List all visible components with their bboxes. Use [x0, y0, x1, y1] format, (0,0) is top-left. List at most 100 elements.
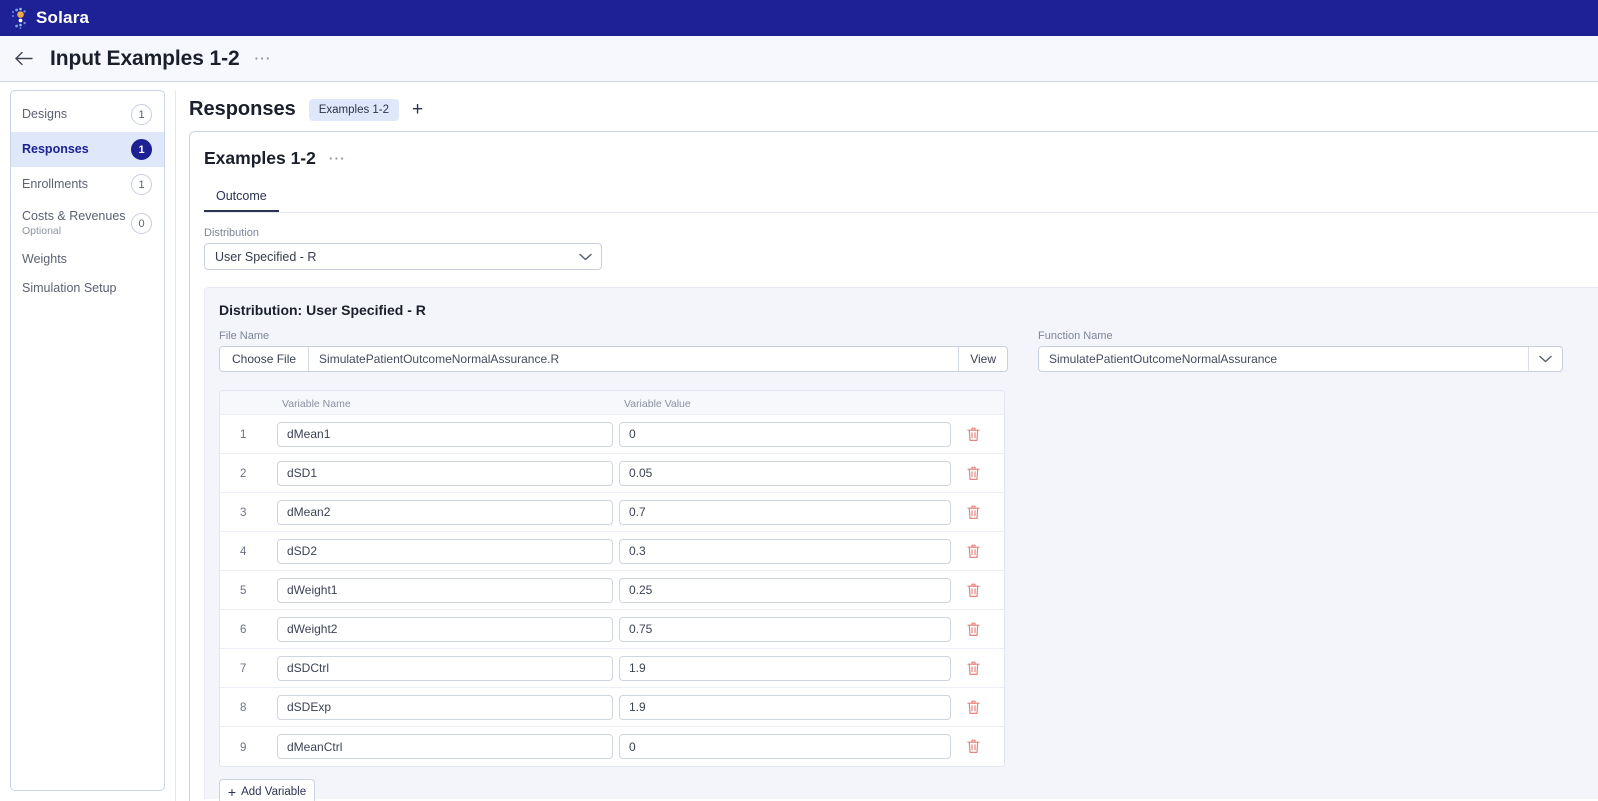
- sidebar-badge: 1: [131, 104, 152, 125]
- variable-name-input[interactable]: dMean1: [277, 421, 613, 447]
- plus-icon: +: [227, 783, 237, 800]
- view-file-button[interactable]: View: [958, 347, 1007, 371]
- trash-icon[interactable]: [961, 735, 985, 759]
- sidebar-badge: 0: [131, 213, 152, 234]
- card-more-menu[interactable]: ⋯: [328, 150, 346, 167]
- section-title: Responses: [189, 98, 296, 120]
- row-index: 1: [240, 429, 247, 441]
- table-row: 1 dMean1 0: [220, 415, 1004, 454]
- table-row: 2 dSD1 0.05: [220, 454, 1004, 493]
- trash-icon[interactable]: [961, 656, 985, 680]
- function-name-select[interactable]: SimulatePatientOutcomeNormalAssurance: [1038, 346, 1563, 372]
- sidebar-item-responses[interactable]: Responses 1: [11, 132, 164, 167]
- trash-icon[interactable]: [961, 617, 985, 641]
- variable-value-input[interactable]: 0: [619, 734, 951, 759]
- table-row: 4 dSD2 0.3: [220, 532, 1004, 571]
- card-tabs: Outcome: [204, 185, 1598, 213]
- sidebar-item-simulation-setup[interactable]: Simulation Setup: [11, 274, 164, 303]
- sidebar-item-costs-revenues[interactable]: Costs & Revenues Optional 0: [11, 202, 164, 245]
- variable-value-input[interactable]: 0: [619, 421, 951, 447]
- distribution-select[interactable]: User Specified - R: [204, 243, 602, 270]
- sidebar-item-label: Designs: [22, 107, 68, 121]
- trash-icon[interactable]: [961, 695, 985, 719]
- distribution-panel-title: Distribution: User Specified - R: [219, 302, 426, 318]
- variable-name-input[interactable]: dWeight1: [277, 577, 613, 603]
- variable-name-input[interactable]: dMeanCtrl: [277, 734, 613, 759]
- variable-name-input[interactable]: dSDCtrl: [277, 655, 613, 681]
- table-row: 3 dMean2 0.7: [220, 493, 1004, 532]
- variable-name-input[interactable]: dSDExp: [277, 694, 613, 720]
- row-index: 2: [240, 468, 247, 480]
- variable-value-input[interactable]: 1.9: [619, 655, 951, 681]
- response-tab-examples-1-2[interactable]: Examples 1-2: [308, 98, 400, 121]
- back-arrow-icon[interactable]: [10, 46, 36, 72]
- body-container: Designs 1 Responses 1 Enrollments 1 Cost…: [0, 82, 1598, 801]
- add-variable-label: Add Variable: [241, 785, 307, 798]
- sidebar-item-label: Enrollments: [22, 177, 88, 191]
- row-index: 8: [240, 702, 247, 714]
- distribution-field: Distribution User Specified - R: [190, 213, 1598, 270]
- tab-outcome[interactable]: Outcome: [204, 185, 279, 212]
- sidebar-item-designs[interactable]: Designs 1: [11, 97, 164, 132]
- sidebar-item-label: Simulation Setup: [22, 281, 117, 295]
- row-index: 5: [240, 585, 247, 597]
- sidebar-item-label: Weights: [22, 252, 67, 266]
- function-name-value: SimulatePatientOutcomeNormalAssurance: [1049, 352, 1278, 366]
- table-row: 8 dSDExp 1.9: [220, 688, 1004, 727]
- add-response-icon[interactable]: +: [412, 100, 423, 119]
- variable-name-input[interactable]: dSD1: [277, 460, 613, 486]
- row-index: 7: [240, 663, 247, 675]
- variable-value-input[interactable]: 1.9: [619, 694, 951, 720]
- variable-name-input[interactable]: dSD2: [277, 538, 613, 564]
- sidebar-badge: 1: [131, 139, 152, 160]
- variable-name-input[interactable]: dMean2: [277, 499, 613, 525]
- card-header: Examples 1-2 ⋯: [190, 132, 1598, 169]
- row-index: 3: [240, 507, 247, 519]
- distribution-selected-value: User Specified - R: [215, 249, 317, 264]
- variable-value-input[interactable]: 0.7: [619, 499, 951, 525]
- function-name-field: Function Name SimulatePatientOutcomeNorm…: [1038, 330, 1563, 372]
- variables-table: Variable Name Variable Value 1 dMean1 0: [219, 390, 1005, 767]
- main-content: Responses Examples 1-2 + Examples 1-2 ⋯ …: [175, 90, 1598, 801]
- variable-name-input[interactable]: dWeight2: [277, 616, 613, 642]
- chevron-down-icon: [579, 253, 592, 261]
- row-index: 9: [240, 741, 247, 754]
- trash-icon[interactable]: [961, 500, 985, 524]
- page-title-bar: Input Examples 1-2 ⋯: [0, 36, 1598, 82]
- table-row: 6 dWeight2 0.75: [220, 610, 1004, 649]
- column-header-variable-name: Variable Name: [282, 397, 351, 410]
- trash-icon[interactable]: [961, 461, 985, 485]
- file-and-function-row: File Name Choose File SimulatePatientOut…: [219, 330, 1598, 372]
- trash-icon[interactable]: [961, 539, 985, 563]
- brand-bar: Solara: [0, 0, 1598, 36]
- trash-icon[interactable]: [961, 578, 985, 602]
- file-name-label: File Name: [219, 330, 270, 342]
- brand-name: Solara: [36, 8, 90, 27]
- variable-value-input[interactable]: 0.05: [619, 460, 951, 486]
- sidebar-badge: 1: [131, 174, 152, 195]
- table-row: 9 dMeanCtrl 0: [220, 727, 1004, 766]
- sidebar-item-label: Responses: [22, 142, 89, 156]
- variable-value-input[interactable]: 0.3: [619, 538, 951, 564]
- sidebar-item-enrollments[interactable]: Enrollments 1: [11, 167, 164, 202]
- variables-table-header: Variable Name Variable Value: [220, 391, 1004, 415]
- main-header: Responses Examples 1-2 +: [189, 90, 1598, 131]
- page-more-menu[interactable]: ⋯: [254, 50, 272, 67]
- variable-value-input[interactable]: 0.75: [619, 616, 951, 642]
- trash-icon[interactable]: [961, 422, 985, 446]
- add-variable-button[interactable]: + Add Variable: [219, 779, 315, 801]
- brand-logo[interactable]: Solara: [10, 7, 89, 29]
- chevron-down-icon: [1528, 347, 1562, 371]
- variable-value-input[interactable]: 0.25: [619, 577, 951, 603]
- sidebar-item-weights[interactable]: Weights: [11, 245, 164, 274]
- row-index: 4: [240, 546, 247, 558]
- file-input-group: Choose File SimulatePatientOutcomeNormal…: [219, 346, 1008, 372]
- sidebar-item-label: Costs & Revenues: [22, 209, 126, 223]
- page-title: Input Examples 1-2: [50, 46, 240, 70]
- file-name-value: SimulatePatientOutcomeNormalAssurance.R: [319, 352, 560, 366]
- row-index: 6: [240, 624, 247, 636]
- table-row: 7 dSDCtrl 1.9: [220, 649, 1004, 688]
- sidebar: Designs 1 Responses 1 Enrollments 1 Cost…: [10, 90, 165, 791]
- column-header-variable-value: Variable Value: [624, 397, 691, 410]
- choose-file-button[interactable]: Choose File: [220, 347, 310, 371]
